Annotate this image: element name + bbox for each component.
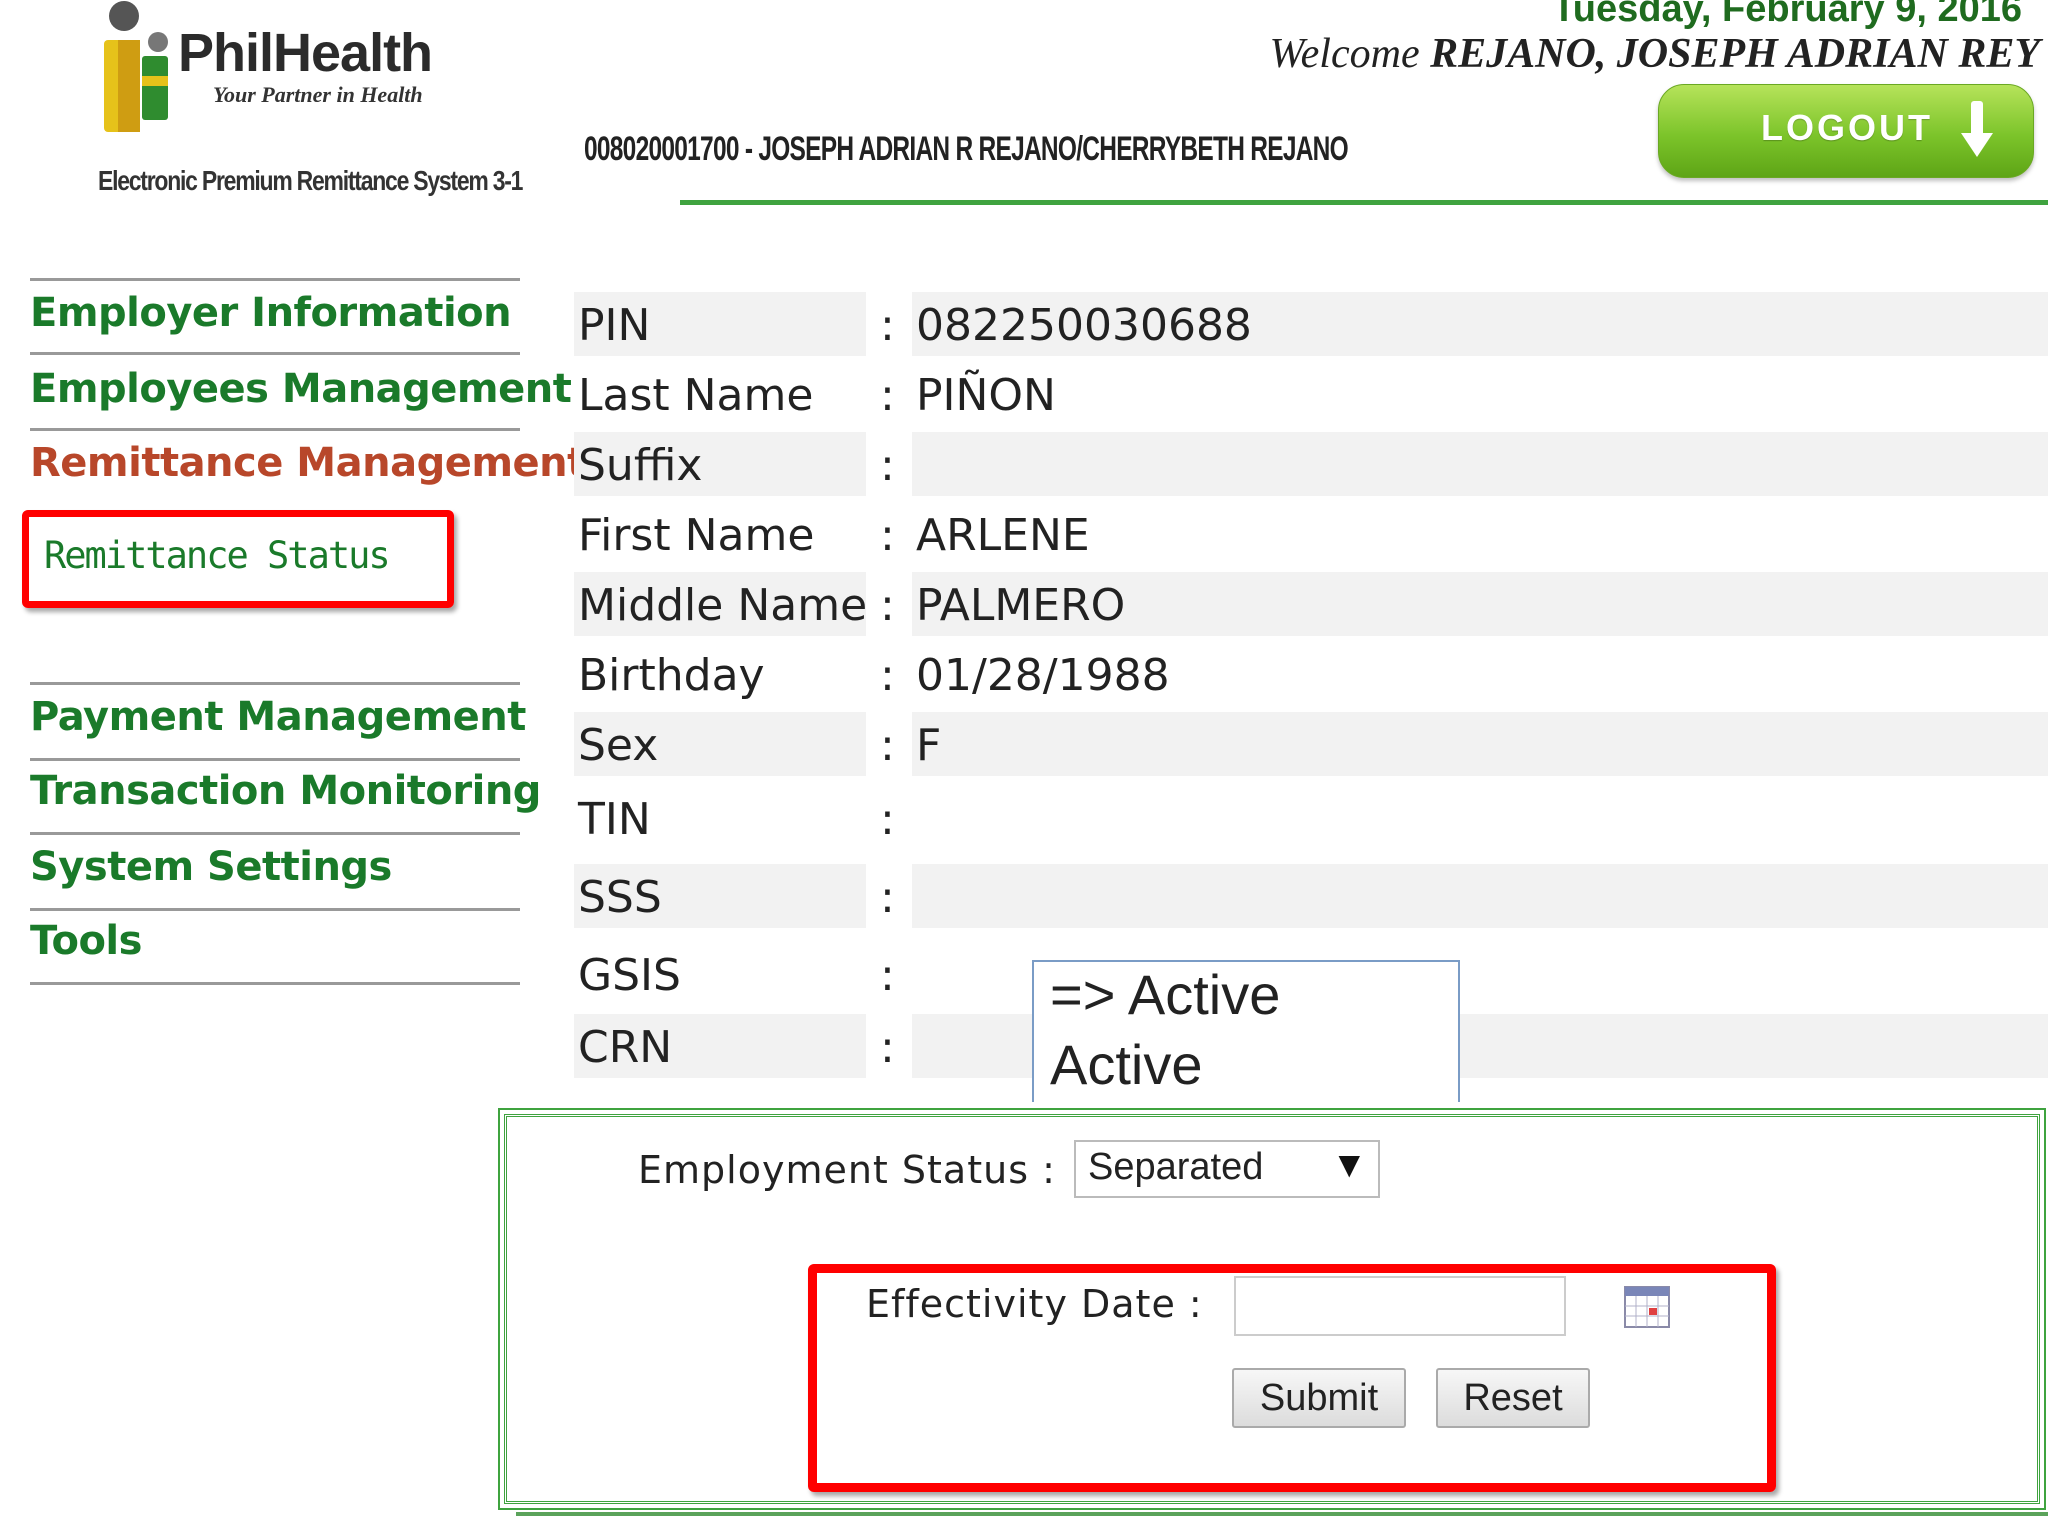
sidebar-item-employer-information[interactable]: Employer Information xyxy=(30,290,512,336)
info-row-middle-name: Middle Name : PALMERO xyxy=(574,572,2048,636)
nav-divider xyxy=(30,832,520,835)
welcome-message: Welcome REJANO, JOSEPH ADRIAN REY xyxy=(1270,30,2040,78)
dropdown-arrow-icon: ▼ xyxy=(1338,1148,1360,1181)
welcome-prefix: Welcome xyxy=(1269,31,1420,77)
info-value: PALMERO xyxy=(916,580,1126,631)
info-value: PIÑON xyxy=(916,370,1056,421)
info-label: GSIS xyxy=(578,950,681,1001)
info-colon: : xyxy=(880,794,895,845)
panel-underline xyxy=(516,1512,2048,1516)
logout-button[interactable]: LOGOUT xyxy=(1658,84,2034,178)
status-option[interactable]: => Active xyxy=(1050,962,1280,1027)
sidebar-item-remittance-management[interactable]: Remittance Management xyxy=(30,440,586,486)
info-label: Middle Name xyxy=(578,580,868,631)
info-row-sex: Sex : F xyxy=(574,712,2048,776)
info-colon: : xyxy=(880,440,895,491)
nav-divider xyxy=(30,908,520,911)
sidebar-item-employees-management[interactable]: Employees Management xyxy=(30,366,572,412)
info-row-birthday: Birthday : 01/28/1988 xyxy=(574,642,2048,706)
status-history-list[interactable]: => Active Active xyxy=(1032,960,1460,1102)
sidebar-item-system-settings[interactable]: System Settings xyxy=(30,844,392,890)
info-value: ARLENE xyxy=(916,510,1090,561)
calendar-icon[interactable] xyxy=(1624,1286,1670,1328)
sidebar-item-transaction-monitoring[interactable]: Transaction Monitoring xyxy=(30,768,541,814)
info-row-last-name: Last Name : PIÑON xyxy=(574,362,2048,426)
info-value: F xyxy=(916,720,942,771)
info-label: Suffix xyxy=(578,440,703,491)
info-colon: : xyxy=(880,300,895,351)
info-label: CRN xyxy=(578,1022,673,1073)
brand-tagline: Your Partner in Health xyxy=(213,82,423,107)
employment-status-label: Employment Status : xyxy=(638,1148,1056,1192)
philhealth-logo: PhilHealth Your Partner in Health xyxy=(98,0,498,140)
nav-divider xyxy=(30,278,520,281)
info-colon: : xyxy=(880,580,895,631)
sidebar-item-payment-management[interactable]: Payment Management xyxy=(30,694,526,740)
current-date: Tuesday, February 9, 2016 xyxy=(1552,0,2022,30)
nav-divider xyxy=(30,428,520,431)
nav-divider xyxy=(30,758,520,761)
info-label: First Name xyxy=(578,510,815,561)
sidebar-item-tools[interactable]: Tools xyxy=(30,918,142,964)
info-value: 082250030688 xyxy=(916,300,1252,351)
info-row-pin: PIN : 082250030688 xyxy=(574,292,2048,356)
philhealth-logo-icon xyxy=(104,1,168,132)
sidebar-subitem-remittance-status[interactable]: Remittance Status xyxy=(44,534,391,577)
info-label: PIN xyxy=(578,300,651,351)
info-label: Sex xyxy=(578,720,659,771)
reset-button[interactable]: Reset xyxy=(1436,1368,1590,1428)
info-label: SSS xyxy=(578,872,662,923)
info-colon: : xyxy=(880,650,895,701)
user-name: REJANO, JOSEPH ADRIAN REY xyxy=(1430,31,2040,77)
info-colon: : xyxy=(880,872,895,923)
status-option[interactable]: Active xyxy=(1050,1032,1203,1097)
header-divider xyxy=(680,200,2048,205)
employment-status-select[interactable]: Separated ▼ xyxy=(1074,1140,1380,1198)
info-colon: : xyxy=(880,720,895,771)
info-label: TIN xyxy=(578,794,651,845)
brand-name: PhilHealth xyxy=(178,23,433,83)
arrow-down-icon xyxy=(1961,101,1993,157)
info-colon: : xyxy=(880,950,895,1001)
info-row-suffix: Suffix : xyxy=(574,432,2048,496)
submit-button[interactable]: Submit xyxy=(1232,1368,1406,1428)
nav-divider xyxy=(30,982,520,985)
info-row-first-name: First Name : ARLENE xyxy=(574,502,2048,566)
effectivity-date-label: Effectivity Date : xyxy=(866,1282,1203,1326)
info-row-sss: SSS : xyxy=(574,864,2048,928)
info-label: Birthday xyxy=(578,650,765,701)
employer-account: 008020001700 - JOSEPH ADRIAN R REJANO/CH… xyxy=(584,130,1349,168)
nav-divider xyxy=(30,352,520,355)
info-colon: : xyxy=(880,510,895,561)
effectivity-date-input[interactable] xyxy=(1234,1276,1566,1336)
info-row-tin: TIN : xyxy=(574,786,2048,850)
info-colon: : xyxy=(880,370,895,421)
info-label: Last Name xyxy=(578,370,814,421)
logout-label: LOGOUT xyxy=(1761,107,1933,148)
employment-status-value: Separated xyxy=(1088,1146,1264,1188)
nav-divider xyxy=(30,682,520,685)
info-value: 01/28/1988 xyxy=(916,650,1170,701)
info-colon: : xyxy=(880,1022,895,1073)
system-name: Electronic Premium Remittance System 3-1 xyxy=(98,165,523,196)
